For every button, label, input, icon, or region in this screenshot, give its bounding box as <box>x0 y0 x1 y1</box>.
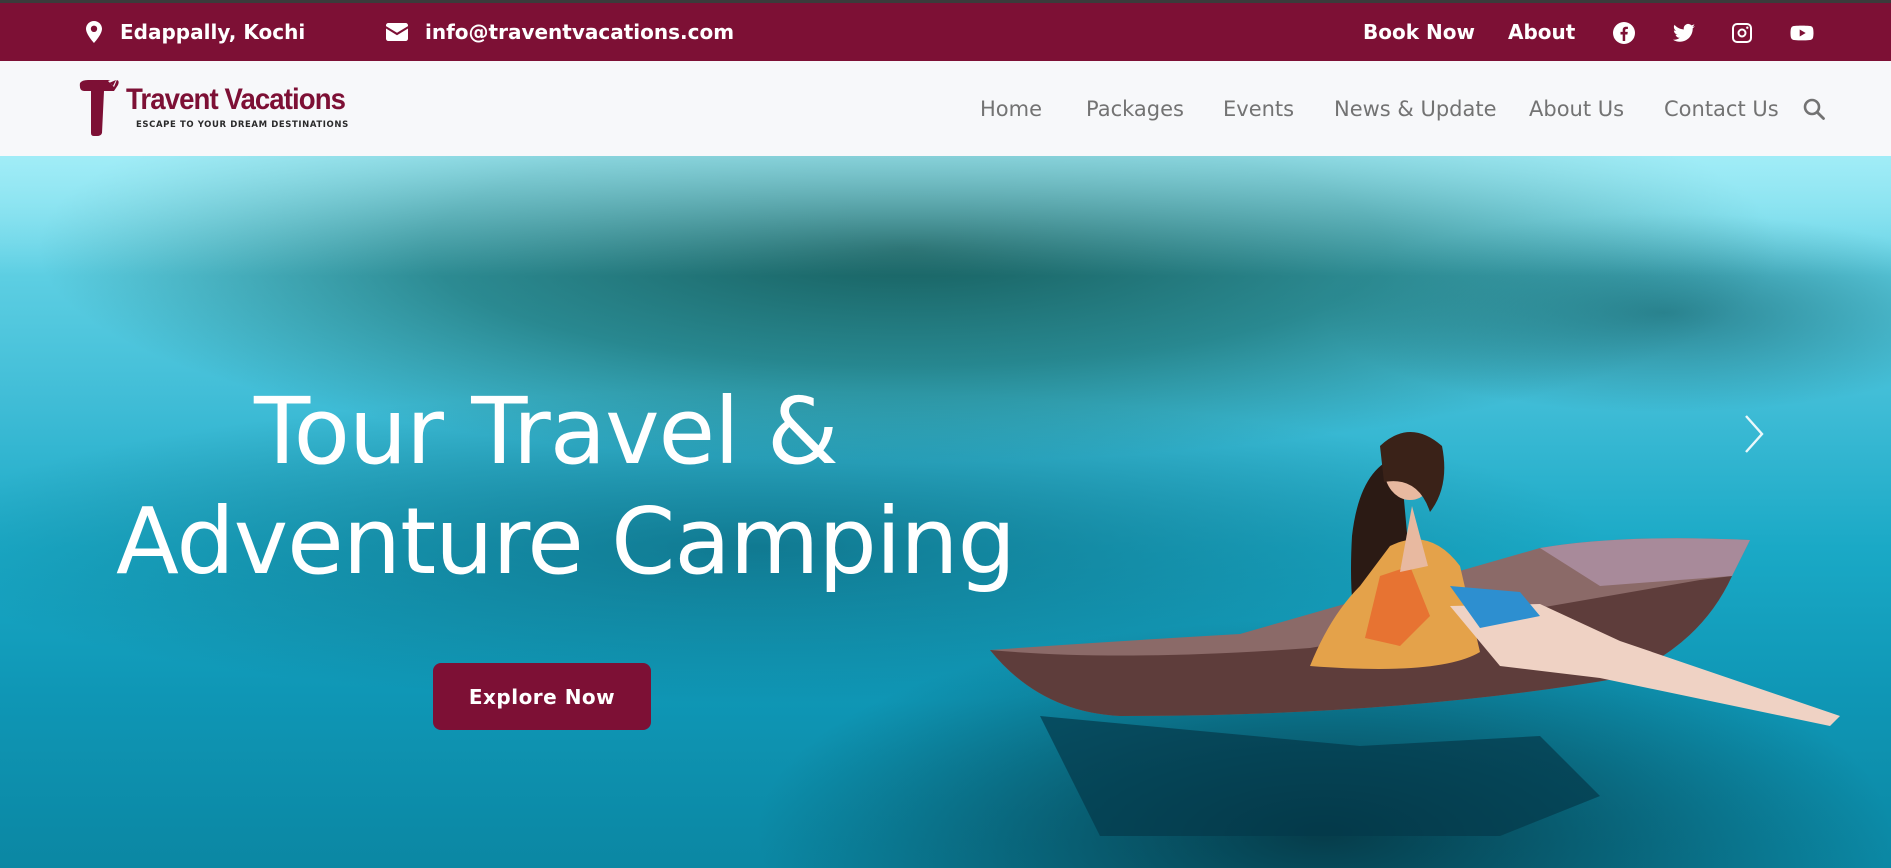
instagram-icon[interactable] <box>1730 21 1754 45</box>
location-info: Edappally, Kochi <box>86 3 305 61</box>
location-text: Edappally, Kochi <box>120 20 306 44</box>
nav-contact-us[interactable]: Contact Us <box>1664 61 1779 156</box>
hero-banner: Tour Travel & Adventure Camping Explore … <box>0 156 1891 868</box>
search-icon[interactable] <box>1802 97 1826 121</box>
top-bar: Edappally, Kochi info@traventvacations.c… <box>0 0 1891 61</box>
book-now-link[interactable]: Book Now <box>1363 3 1475 61</box>
hero-mist <box>0 156 1891 276</box>
logo-mark-icon <box>79 79 119 136</box>
map-marker-icon <box>86 21 102 43</box>
nav-home[interactable]: Home <box>980 61 1042 156</box>
logo-tagline: ESCAPE TO YOUR DREAM DESTINATIONS <box>136 120 349 130</box>
facebook-icon[interactable] <box>1612 21 1636 45</box>
boat-scene-image <box>990 432 1840 836</box>
hero-title-line-2: Adventure Camping <box>116 488 1016 595</box>
nav-events[interactable]: Events <box>1223 61 1294 156</box>
nav-about-us[interactable]: About Us <box>1529 61 1624 156</box>
youtube-icon[interactable] <box>1790 21 1814 45</box>
main-navbar: Travent Vacations ESCAPE TO YOUR DREAM D… <box>0 61 1891 156</box>
envelope-icon <box>386 23 408 41</box>
logo-name: Travent Vacations <box>126 83 346 116</box>
twitter-icon[interactable] <box>1672 21 1696 45</box>
nav-packages[interactable]: Packages <box>1086 61 1184 156</box>
logo[interactable]: Travent Vacations ESCAPE TO YOUR DREAM D… <box>78 77 348 137</box>
explore-now-button[interactable]: Explore Now <box>433 663 651 730</box>
email-text: info@traventvacations.com <box>425 20 735 44</box>
email-link[interactable]: info@traventvacations.com <box>386 3 734 61</box>
nav-news-update[interactable]: News & Update <box>1334 61 1497 156</box>
slider-next-arrow-icon[interactable] <box>1742 412 1766 456</box>
hero-title-line-1: Tour Travel & <box>254 378 839 485</box>
about-link[interactable]: About <box>1508 3 1575 61</box>
